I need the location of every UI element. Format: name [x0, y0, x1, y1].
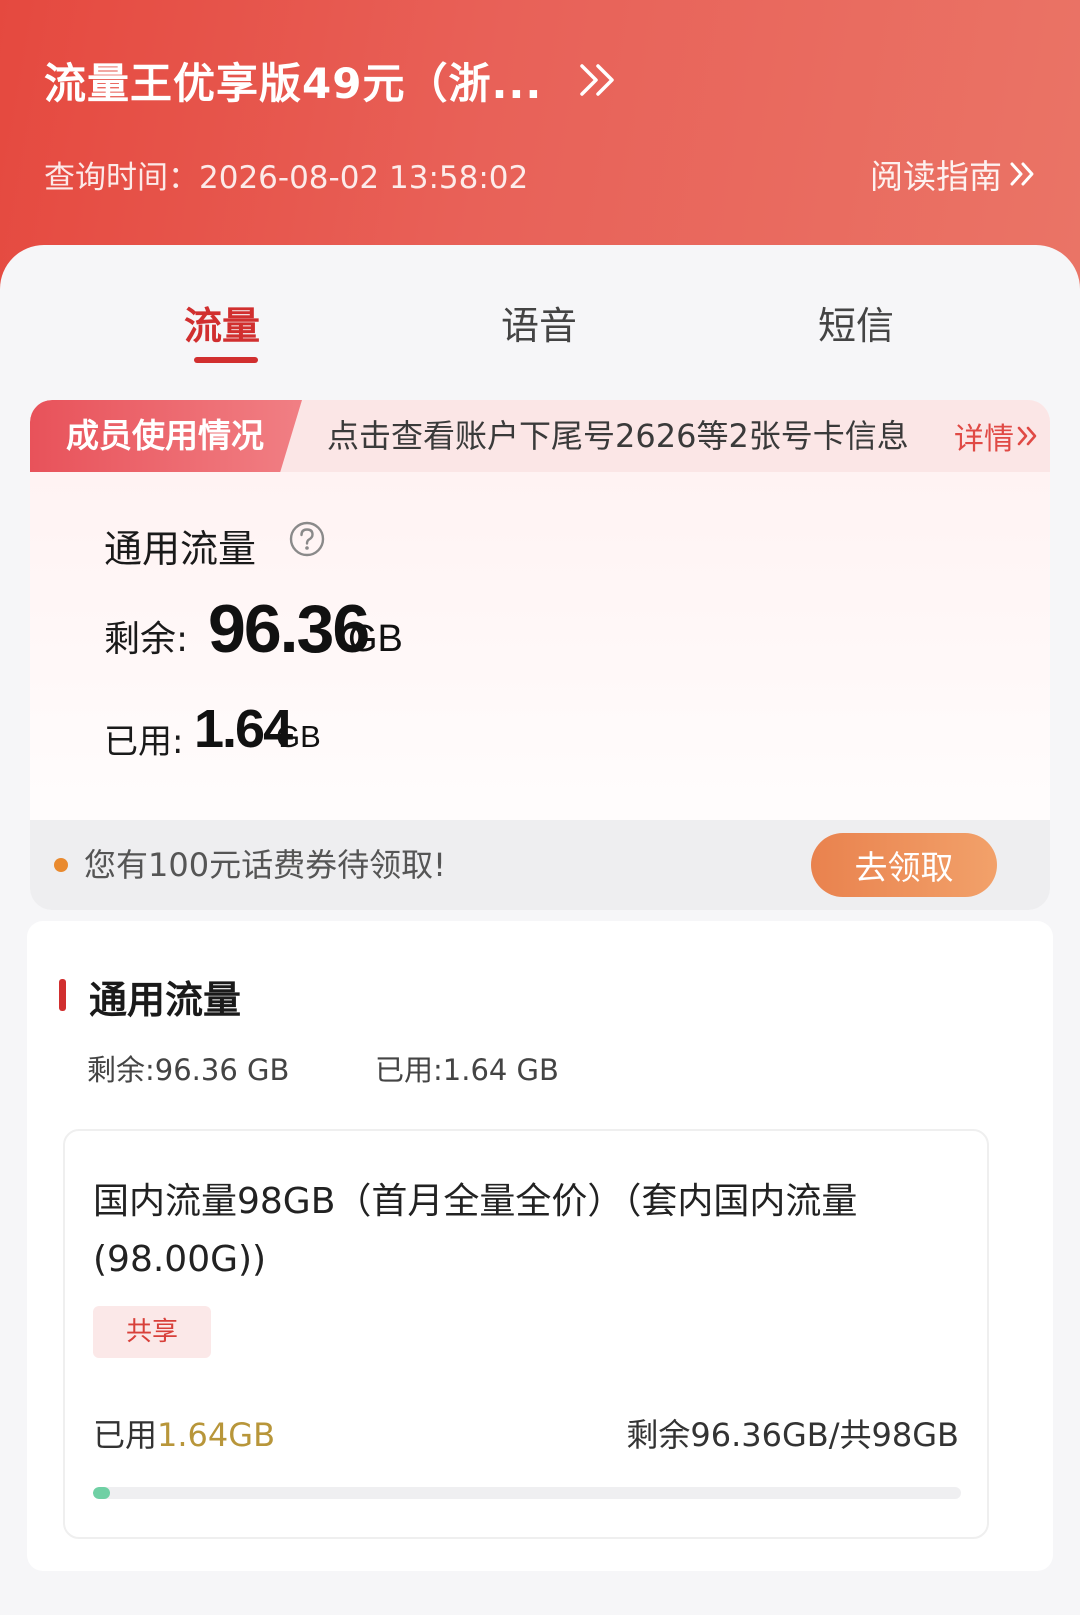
- data-detail-card: 通用流量 剩余:96.36 GB 已用:1.64 GB 国内流量98GB（首月全…: [27, 921, 1053, 1571]
- tab-label: 流量: [183, 304, 260, 348]
- tab-voice[interactable]: 语音: [439, 285, 639, 375]
- coupon-bar: 您有100元话费券待领取! 去领取: [30, 820, 1050, 910]
- reading-guide-link[interactable]: 阅读指南: [870, 152, 1038, 196]
- summary-used: 已用:1.64 GB: [375, 1053, 559, 1087]
- shared-badge: 共享: [93, 1306, 211, 1358]
- used-unit: GB: [276, 719, 321, 754]
- active-tab-indicator: [194, 357, 258, 363]
- query-time: 查询时间：2026-08-02 13:58:02: [44, 160, 529, 196]
- double-chevron-right-icon: [1010, 162, 1034, 186]
- section-marker: [59, 979, 66, 1011]
- member-info-text: 点击查看账户下尾号2626等2张号卡信息: [327, 417, 909, 455]
- question-circle-icon[interactable]: [288, 520, 326, 558]
- claim-coupon-button[interactable]: 去领取: [811, 833, 997, 897]
- plan-selector[interactable]: 流量王优享版49元（浙...: [44, 48, 618, 112]
- general-data-title: 通用流量: [104, 527, 257, 571]
- plan-name: 流量王优享版49元（浙...: [44, 58, 543, 108]
- package-name: 国内流量98GB（首月全量全价）（套内国内流量(98.00G)): [93, 1181, 858, 1280]
- remaining-label: 剩余:: [104, 619, 189, 660]
- member-detail-label: 详情: [954, 422, 1014, 457]
- package-item[interactable]: 国内流量98GB（首月全量全价）（套内国内流量(98.00G)) 共享 已用1.…: [63, 1129, 989, 1539]
- package-remaining: 剩余96.36GB/共98GB: [626, 1416, 959, 1454]
- package-used-label: 已用: [93, 1416, 158, 1454]
- remaining-value: 96.36: [208, 591, 370, 667]
- coupon-dot: [54, 858, 68, 872]
- usage-overview-card: 成员使用情况 点击查看账户下尾号2626等2张号卡信息 详情 通用流量 剩余: …: [30, 400, 1050, 910]
- remaining-unit: GB: [348, 618, 403, 660]
- coupon-text: 您有100元话费券待领取!: [84, 846, 446, 884]
- usage-progress-track: [93, 1487, 961, 1499]
- reading-guide-label: 阅读指南: [870, 157, 1002, 196]
- summary-remaining: 剩余:96.36 GB: [87, 1053, 290, 1087]
- main-card: 流量 语音 短信 成员使用情况 点击查看账户下尾号2626等2张号卡信息 详情 …: [0, 245, 1080, 1615]
- tab-label: 短信: [817, 304, 894, 348]
- member-usage-strip[interactable]: 成员使用情况 点击查看账户下尾号2626等2张号卡信息 详情: [30, 400, 1050, 472]
- used-label: 已用:: [104, 722, 184, 762]
- tab-data[interactable]: 流量: [122, 285, 322, 375]
- double-chevron-right-icon: [1017, 426, 1037, 446]
- tab-bar: 流量 语音 短信: [0, 285, 1080, 375]
- member-detail-link[interactable]: 详情: [954, 400, 1040, 472]
- usage-progress-fill: [93, 1487, 111, 1499]
- package-used: 已用1.64GB: [93, 1410, 275, 1456]
- section-title: 通用流量: [89, 978, 242, 1022]
- tab-label: 语音: [500, 304, 577, 348]
- package-used-value: 1.64GB: [157, 1416, 276, 1454]
- tab-sms[interactable]: 短信: [756, 285, 956, 375]
- double-chevron-right-icon: [580, 64, 615, 96]
- member-tag-label: 成员使用情况: [66, 416, 264, 455]
